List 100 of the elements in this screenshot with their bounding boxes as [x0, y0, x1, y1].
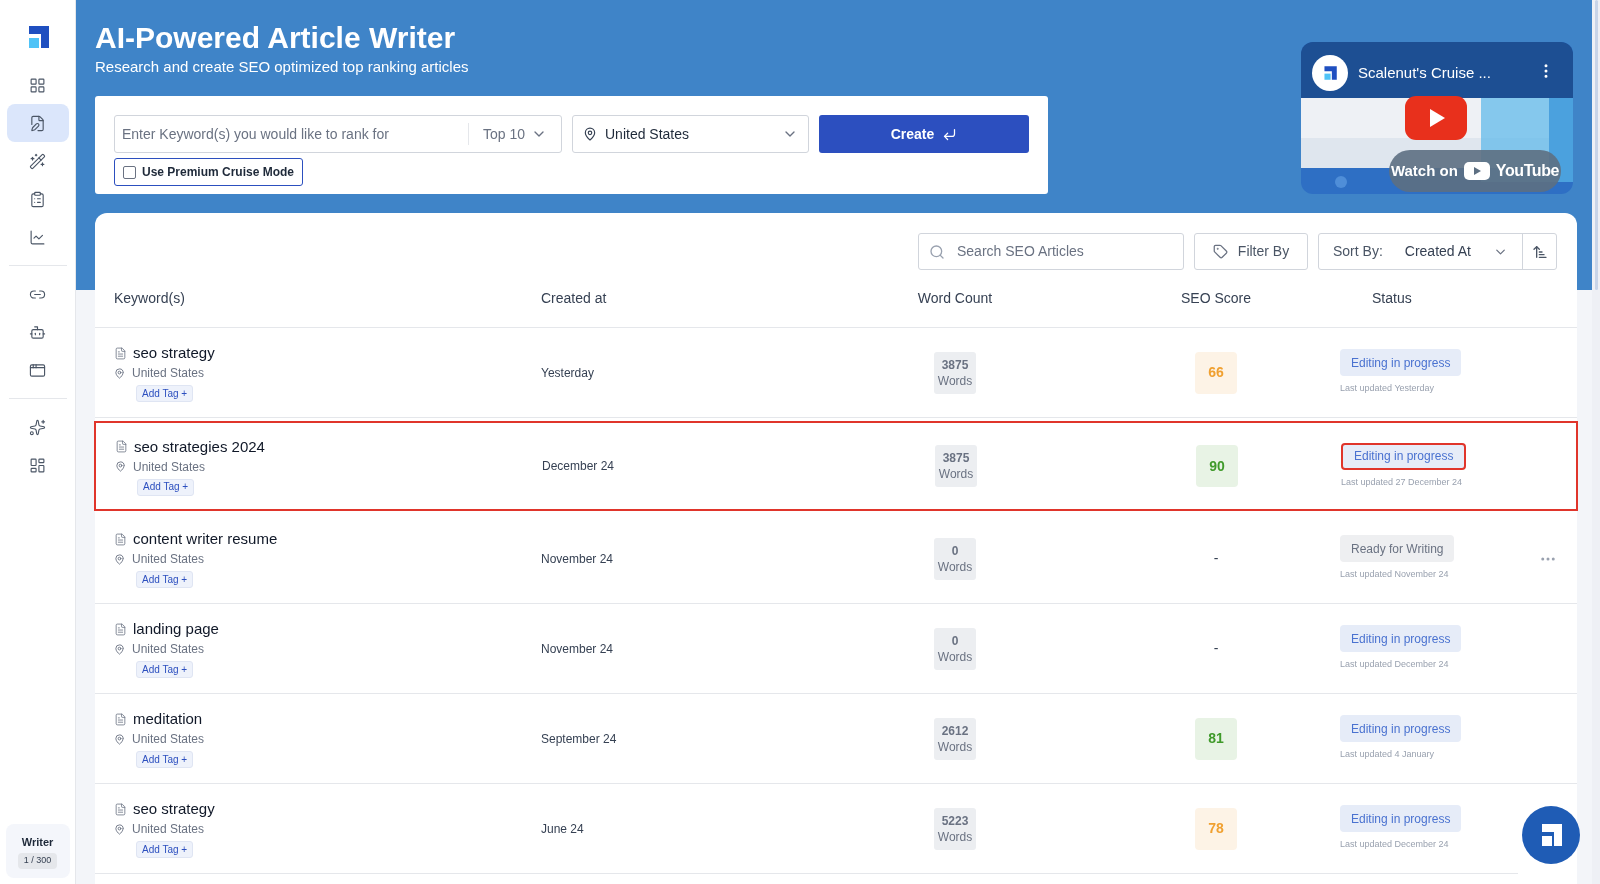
- search-input[interactable]: Search SEO Articles: [957, 241, 1173, 262]
- article-row[interactable]: seo strategies 2024 United States Add Tag + December 24 3875 Words 90 Editing in progress Last updated 27 December 24: [94, 421, 1578, 511]
- column-header: Keyword(s): [113, 289, 186, 308]
- last-updated-text: Last updated December 24: [1340, 658, 1449, 672]
- column-header: SEO Score: [1180, 289, 1252, 308]
- add-tag-button[interactable]: Add Tag +: [137, 478, 195, 496]
- checkbox-square[interactable]: [123, 165, 136, 179]
- seo-score-badge: 78: [1195, 807, 1237, 850]
- keyword-title[interactable]: seo strategy: [133, 343, 215, 363]
- status-badge: Editing in progress: [1340, 349, 1462, 377]
- word-count-badge: 0 Words: [934, 537, 976, 580]
- plan-label: Writer: [21, 834, 54, 850]
- word-count-badge: 3875 Words: [935, 445, 977, 487]
- status-badge: Editing in progress: [1340, 805, 1462, 833]
- created-date: September 24: [541, 730, 618, 748]
- keyword-title[interactable]: content writer resume: [133, 529, 278, 549]
- page-title: AI-Powered Article Writer: [95, 20, 457, 56]
- word-count-badge: 5223 Words: [934, 807, 976, 850]
- keyword-field[interactable]: Enter Keyword(s) you would like to rank for Top 10: [114, 115, 562, 153]
- column-header: Status: [1371, 289, 1413, 308]
- word-count-badge: 2612 Words: [934, 717, 976, 760]
- created-date: December 24: [542, 458, 616, 475]
- word-count-badge: 3875 Words: [934, 351, 976, 394]
- add-tag-button[interactable]: Add Tag +: [136, 751, 194, 768]
- seo-score-empty: -: [1213, 639, 1219, 658]
- watch-on-youtube-button[interactable]: Watch on YouTube: [1389, 150, 1561, 192]
- document-icon: [114, 622, 127, 636]
- created-date: November 24: [541, 550, 615, 568]
- status-badge: Editing in progress: [1341, 442, 1467, 470]
- add-tag-button[interactable]: Add Tag +: [136, 841, 194, 858]
- last-updated-text: Last updated 4 January: [1340, 748, 1435, 762]
- keyword-title[interactable]: landing page: [133, 619, 219, 639]
- usage-count: 1 / 300: [17, 853, 58, 869]
- create-button[interactable]: Create: [819, 115, 1029, 153]
- keyword-location: United States: [132, 821, 205, 838]
- browser-window-icon: [29, 361, 46, 379]
- created-date: Yesterday: [541, 364, 595, 382]
- search-icon: [929, 243, 945, 260]
- location-pin-icon: [114, 643, 125, 655]
- location-pin-icon: [583, 127, 597, 141]
- keyword-title[interactable]: seo strategy: [133, 799, 215, 819]
- document-pen-icon: [29, 114, 46, 132]
- add-tag-button[interactable]: Add Tag +: [136, 661, 194, 678]
- scrollbar-thumb[interactable]: [1595, 0, 1598, 290]
- document-icon: [115, 440, 128, 453]
- sort-ascending-icon: [1531, 243, 1548, 260]
- keyword-input[interactable]: Enter Keyword(s) you would like to rank for: [115, 116, 468, 152]
- column-header: Word Count: [916, 289, 994, 308]
- video-embed[interactable]: Scalenut's Cruise ... Watch on YouTube: [1301, 42, 1573, 194]
- filter-button[interactable]: Filter By: [1194, 233, 1308, 270]
- robot-icon: [29, 323, 46, 341]
- youtube-play-icon: [1463, 162, 1490, 180]
- word-count-badge: 0 Words: [934, 627, 976, 670]
- status-badge: Ready for Writing: [1340, 535, 1455, 563]
- location-pin-icon: [114, 367, 125, 379]
- seo-score-badge: 66: [1195, 351, 1237, 394]
- last-updated-text: Last updated 27 December 24: [1341, 475, 1463, 489]
- search-field[interactable]: Search SEO Articles: [918, 233, 1184, 270]
- document-icon: [114, 712, 127, 726]
- status-badge: Editing in progress: [1340, 625, 1462, 653]
- location-pin-icon: [114, 823, 125, 835]
- location-pin-icon: [114, 553, 125, 565]
- seo-score-badge: 81: [1195, 717, 1237, 760]
- created-date: November 24: [541, 640, 615, 658]
- seo-score-empty: -: [1213, 549, 1219, 568]
- article-row[interactable]: seo strategy United States Add Tag + Yesterday 3875 Words 66 Editing in progress Last updated Yesterday: [95, 328, 1577, 418]
- sort-dropdown[interactable]: Sort By: Created At: [1319, 234, 1522, 269]
- seo-score-badge: 90: [1196, 445, 1238, 487]
- keyword-location: United States: [132, 365, 205, 382]
- tag-icon: [1212, 244, 1228, 259]
- play-button-icon[interactable]: [1405, 96, 1467, 140]
- last-updated-text: Last updated December 24: [1340, 838, 1449, 852]
- keyword-title[interactable]: meditation: [133, 709, 203, 729]
- location-pin-icon: [115, 461, 126, 472]
- keyword-location: United States: [132, 551, 205, 568]
- last-updated-text: Last updated Yesterday: [1340, 382, 1435, 396]
- document-icon: [114, 532, 127, 546]
- sidebar-item[interactable]: [6, 104, 69, 142]
- location-pin-icon: [114, 733, 125, 745]
- keyword-location: United States: [132, 731, 205, 748]
- apps-icon: [29, 456, 46, 474]
- add-tag-button[interactable]: Add Tag +: [136, 571, 194, 588]
- location-dropdown[interactable]: United States: [572, 115, 809, 153]
- clipboard-icon: [29, 190, 46, 208]
- add-tag-button[interactable]: Add Tag +: [136, 385, 194, 402]
- keyword-title[interactable]: seo strategies 2024: [134, 436, 265, 457]
- document-icon: [114, 346, 127, 360]
- last-updated-text: Last updated November 24: [1340, 568, 1449, 582]
- sparkles-icon: [29, 418, 46, 436]
- enter-icon: [942, 126, 958, 142]
- premium-mode-checkbox[interactable]: Use Premium Cruise Mode: [114, 158, 304, 186]
- channel-logo-icon: [1322, 65, 1338, 81]
- document-icon: [114, 802, 127, 816]
- magic-wand-icon: [29, 152, 46, 170]
- created-date: June 24: [541, 820, 585, 838]
- line-chart-icon: [29, 228, 46, 246]
- keyword-location: United States: [132, 641, 205, 658]
- keyword-location: United States: [133, 458, 206, 476]
- page-subtitle: Research and create SEO optimized top ranking articles: [95, 58, 470, 76]
- top-results-dropdown[interactable]: Top 10: [469, 116, 561, 152]
